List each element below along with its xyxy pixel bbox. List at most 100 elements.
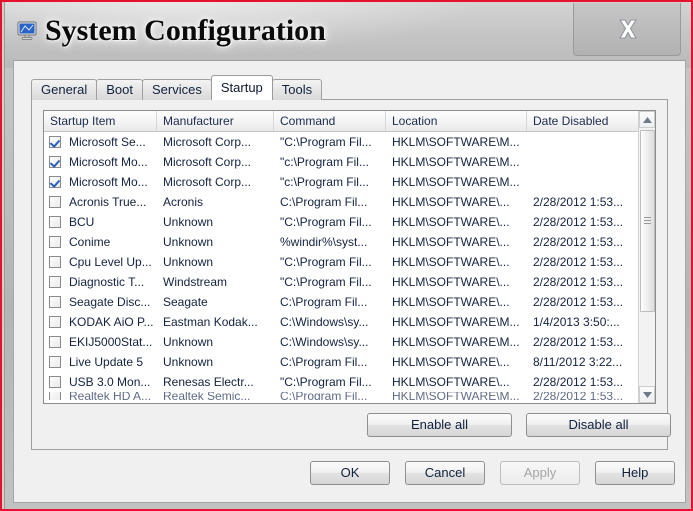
cell-item: USB 3.0 Mon...	[44, 372, 157, 392]
cell-manufacturer: Unknown	[163, 255, 214, 269]
startup-item-label: Cpu Level Up...	[69, 255, 152, 269]
list-vertical-scrollbar[interactable]	[638, 111, 655, 403]
cell-manufacturer: Unknown	[163, 335, 214, 349]
column-header-date-disabled[interactable]: Date Disabled	[527, 111, 640, 131]
computer-monitor-icon	[17, 21, 39, 41]
window-title: System Configuration	[45, 14, 326, 47]
cell-location: HKLM\SOFTWARE\...	[392, 215, 510, 229]
checkbox-checked-icon[interactable]	[49, 176, 61, 188]
checkbox-cell[interactable]	[44, 276, 64, 288]
table-row[interactable]: USB 3.0 Mon... Renesas Electr... "C:\Progr…	[44, 372, 655, 392]
checkbox-checked-icon[interactable]	[49, 136, 61, 148]
table-row[interactable]: BCU Unknown "C:\Program Fil... HKLM\SOFTWAR…	[44, 212, 655, 232]
startup-item-label: Acronis True...	[69, 195, 147, 209]
column-header-location[interactable]: Location	[386, 111, 527, 131]
cell-manufacturer: Unknown	[163, 235, 214, 249]
cell-date-disabled: 2/28/2012 1:53...	[533, 375, 624, 389]
checkbox-unchecked-icon[interactable]	[49, 196, 61, 208]
cell-location: HKLM\SOFTWARE\...	[392, 195, 510, 209]
cell-command: C:\Windows\sy...	[280, 315, 369, 329]
cell-manufacturer: Acronis	[163, 195, 204, 209]
dialog-client-area: General Boot Services Startup Tools Star…	[13, 60, 686, 503]
checkbox-unchecked-icon[interactable]	[49, 256, 61, 268]
cell-command: "c:\Program Fil...	[280, 155, 369, 169]
checkbox-unchecked-icon[interactable]	[49, 236, 61, 248]
cell-manufacturer: Unknown	[163, 215, 214, 229]
table-row[interactable]: Realtek HD A... Realtek Semic... C:\Progra…	[44, 392, 655, 400]
checkbox-unchecked-icon[interactable]	[49, 356, 61, 368]
checkbox-cell[interactable]	[44, 256, 64, 268]
startup-item-label: Seagate Disc...	[69, 295, 151, 309]
cell-location: HKLM\SOFTWARE\...	[392, 235, 510, 249]
screenshot-root: System Configuration General Boot Servic…	[0, 0, 693, 511]
tab-general[interactable]: General	[31, 79, 98, 100]
column-header-command[interactable]: Command	[274, 111, 386, 131]
table-row[interactable]: EKIJ5000Stat... Unknown C:\Windows\sy... HK…	[44, 332, 655, 352]
checkbox-cell[interactable]	[44, 356, 64, 368]
checkbox-cell[interactable]	[44, 136, 64, 148]
checkbox-unchecked-icon[interactable]	[49, 216, 61, 228]
checkbox-cell[interactable]	[44, 196, 64, 208]
cell-item: Microsoft Se...	[44, 132, 157, 152]
table-row[interactable]: Microsoft Mo... Microsoft Corp... "c:\Prog…	[44, 172, 655, 192]
tab-tools[interactable]: Tools	[271, 79, 323, 100]
table-row[interactable]: Microsoft Se... Microsoft Corp... "C:\Prog…	[44, 132, 655, 152]
scrollbar-thumb[interactable]	[640, 130, 655, 312]
column-header-startup-item[interactable]: Startup Item	[44, 111, 157, 131]
checkbox-unchecked-icon[interactable]	[49, 392, 61, 400]
cancel-button[interactable]: Cancel	[405, 461, 485, 485]
cell-location: HKLM\SOFTWARE\...	[392, 375, 510, 389]
startup-item-label: KODAK AiO P...	[69, 315, 154, 329]
checkbox-unchecked-icon[interactable]	[49, 316, 61, 328]
checkbox-cell[interactable]	[44, 216, 64, 228]
table-row[interactable]: Conime Unknown %windir%\syst... HKLM\SOFTWA…	[44, 232, 655, 252]
table-row[interactable]: Cpu Level Up... Unknown "C:\Program Fil...…	[44, 252, 655, 272]
table-row[interactable]: Live Update 5 Unknown C:\Program Fil... HKL…	[44, 352, 655, 372]
tab-services[interactable]: Services	[142, 79, 212, 100]
checkbox-cell[interactable]	[44, 316, 64, 328]
table-row[interactable]: Microsoft Mo... Microsoft Corp... "c:\Prog…	[44, 152, 655, 172]
table-row[interactable]: KODAK AiO P... Eastman Kodak... C:\Windows…	[44, 312, 655, 332]
checkbox-cell[interactable]	[44, 336, 64, 348]
cell-date-disabled: 2/28/2012 1:53...	[533, 392, 624, 400]
cell-location: HKLM\SOFTWARE\...	[392, 295, 510, 309]
enable-all-button[interactable]: Enable all	[367, 413, 512, 437]
checkbox-cell[interactable]	[44, 296, 64, 308]
disable-all-button[interactable]: Disable all	[526, 413, 671, 437]
tab-boot[interactable]: Boot	[96, 79, 143, 100]
help-button[interactable]: Help	[595, 461, 675, 485]
checkbox-checked-icon[interactable]	[49, 156, 61, 168]
cell-date-disabled: 2/28/2012 1:53...	[533, 235, 624, 249]
table-row[interactable]: Diagnostic T... Windstream "C:\Program Fil…	[44, 272, 655, 292]
cell-manufacturer: Windstream	[163, 275, 228, 289]
checkbox-unchecked-icon[interactable]	[49, 296, 61, 308]
checkbox-cell[interactable]	[44, 156, 64, 168]
tab-startup[interactable]: Startup	[210, 75, 273, 100]
checkbox-cell[interactable]	[44, 376, 64, 388]
scroll-up-button[interactable]	[639, 111, 655, 128]
checkbox-unchecked-icon[interactable]	[49, 336, 61, 348]
startup-item-label: Live Update 5	[69, 355, 144, 369]
cell-location: HKLM\SOFTWARE\...	[392, 255, 510, 269]
startup-item-label: Diagnostic T...	[69, 275, 145, 289]
checkbox-cell[interactable]	[44, 236, 64, 248]
startup-tab-page: Startup Item Manufacturer Command Locati…	[31, 99, 671, 450]
cell-date-disabled	[527, 152, 640, 172]
checkbox-cell[interactable]	[44, 176, 64, 188]
close-button[interactable]	[573, 3, 681, 56]
startup-item-label: EKIJ5000Stat...	[69, 335, 153, 349]
cell-item: Microsoft Mo...	[44, 152, 157, 172]
table-row[interactable]: Acronis True... Acronis C:\Program Fil... H…	[44, 192, 655, 212]
checkbox-unchecked-icon[interactable]	[49, 376, 61, 388]
cell-command: "C:\Program Fil...	[280, 215, 372, 229]
column-header-manufacturer[interactable]: Manufacturer	[157, 111, 274, 131]
checkbox-unchecked-icon[interactable]	[49, 276, 61, 288]
dialog-footer: OK Cancel Apply Help	[14, 453, 687, 503]
scroll-down-button[interactable]	[639, 386, 655, 403]
table-row[interactable]: Seagate Disc... Seagate C:\Program Fil... H…	[44, 292, 655, 312]
cell-item: Cpu Level Up...	[44, 252, 157, 272]
cell-date-disabled	[527, 132, 640, 152]
ok-button[interactable]: OK	[310, 461, 390, 485]
checkbox-cell[interactable]	[44, 392, 64, 400]
cell-date-disabled: 2/28/2012 1:53...	[533, 255, 624, 269]
